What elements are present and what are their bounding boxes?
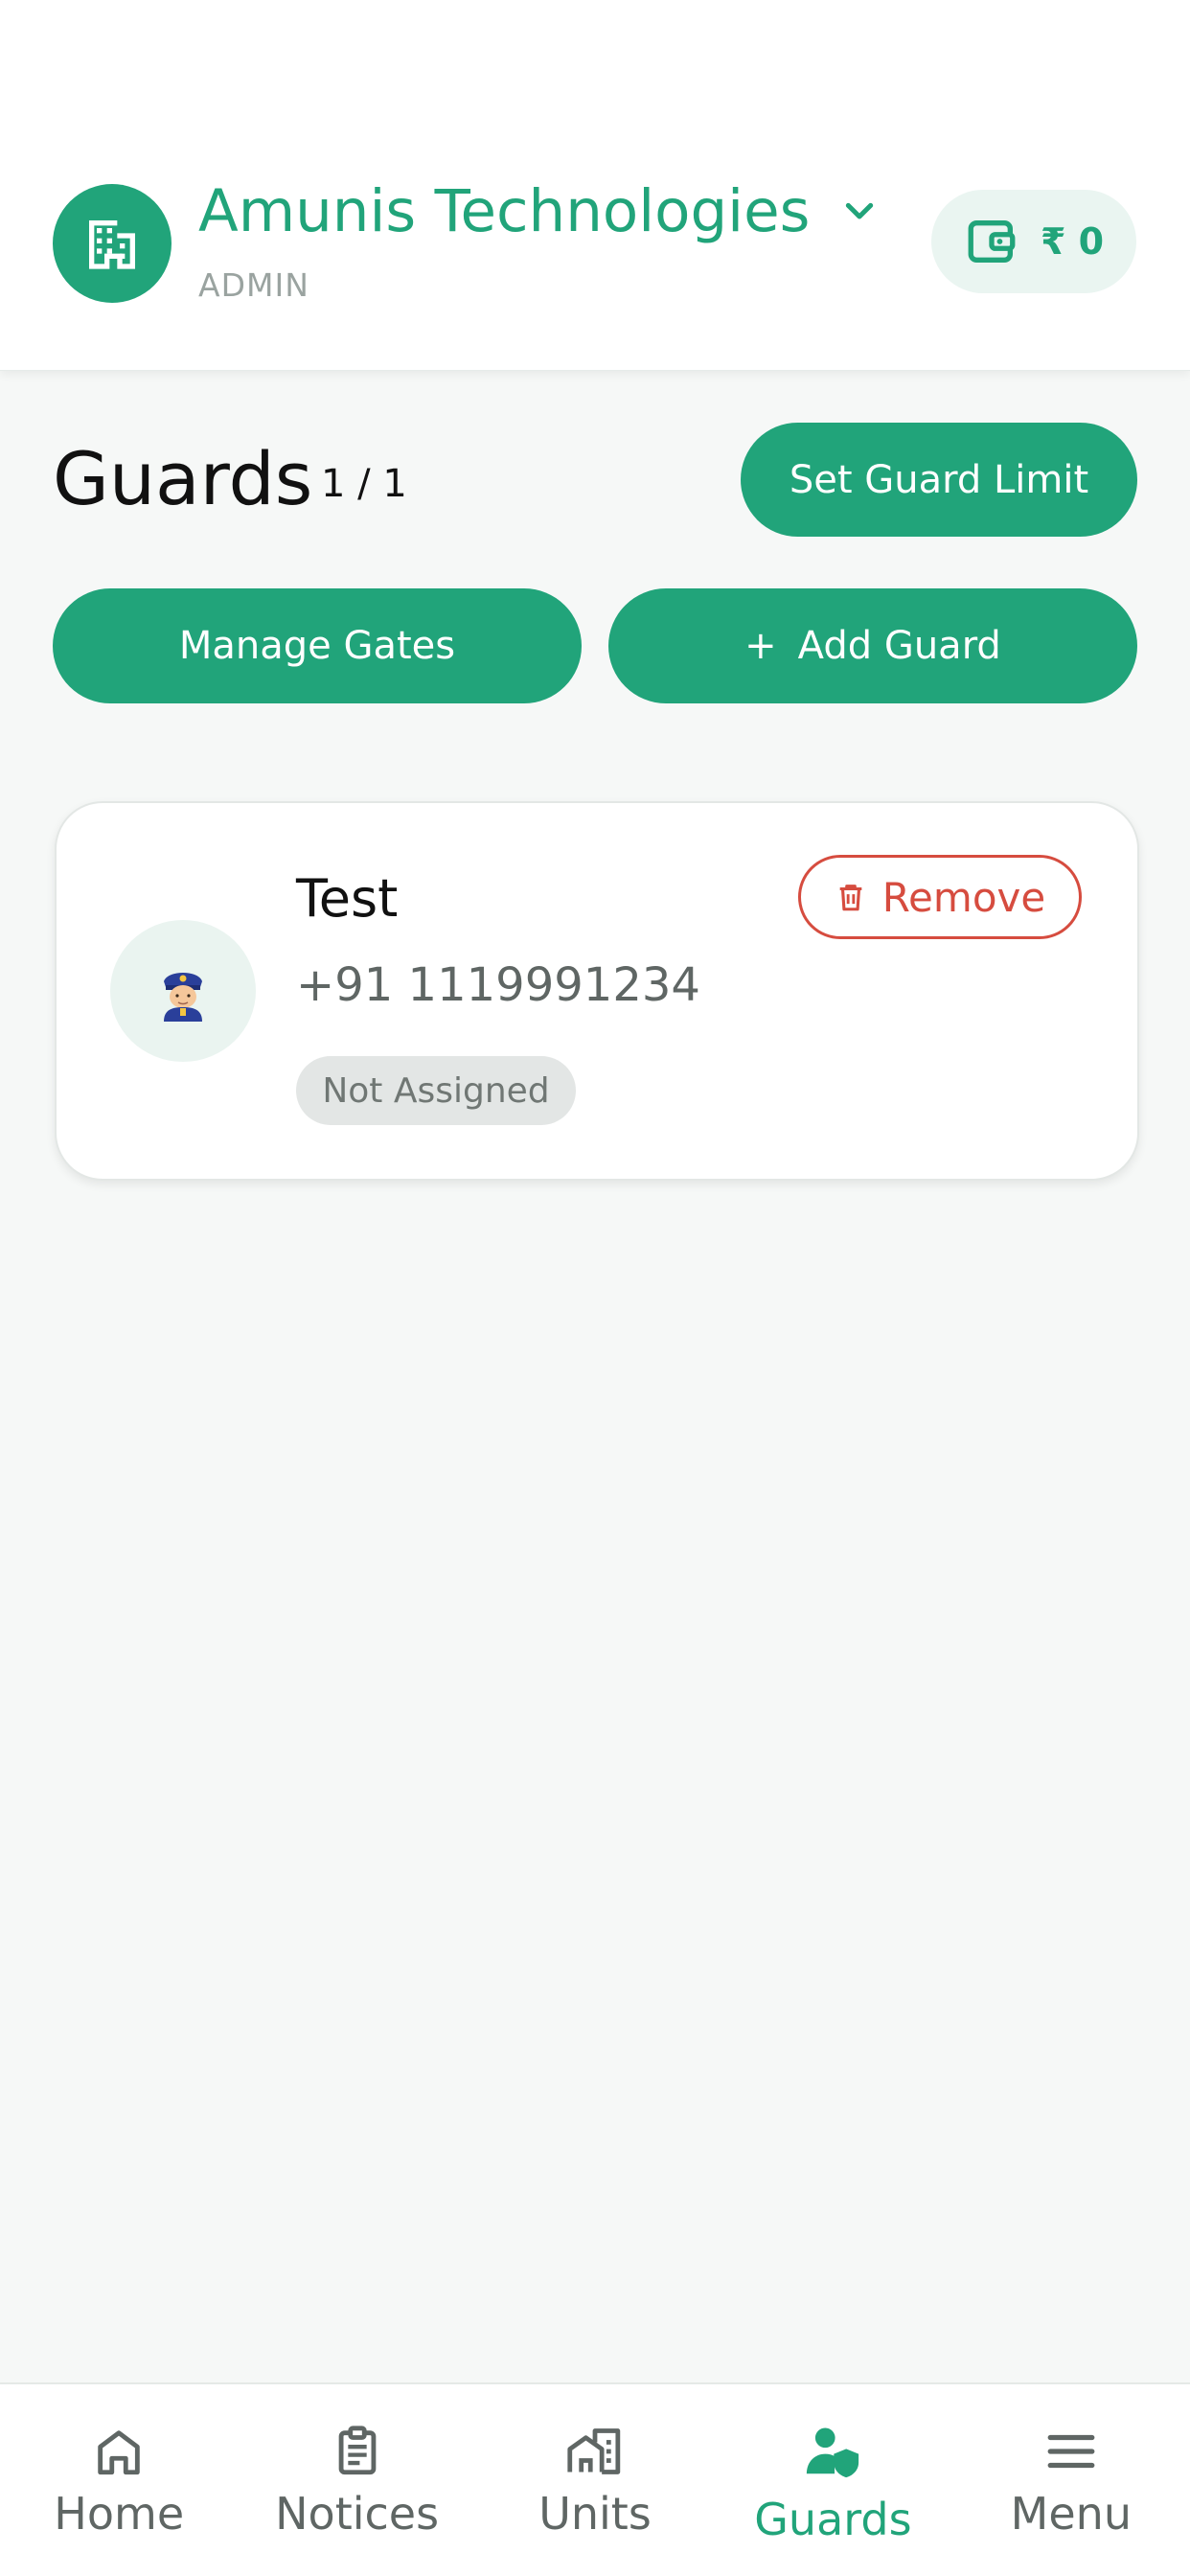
remove-label: Remove: [881, 873, 1046, 921]
page-title: Guards: [53, 436, 313, 521]
building-icon: [89, 220, 135, 269]
add-guard-button[interactable]: + Add Guard: [608, 588, 1137, 703]
clipboard-icon: [327, 2421, 388, 2482]
remove-guard-button[interactable]: Remove: [798, 855, 1082, 939]
nav-label-home: Home: [54, 2488, 185, 2540]
plus-icon: +: [744, 624, 777, 668]
home-icon: [88, 2421, 149, 2482]
hamburger-icon: [1041, 2421, 1102, 2482]
wallet-balance-button[interactable]: ₹ 0: [931, 190, 1136, 293]
wallet-amount: ₹ 0: [1040, 220, 1105, 263]
bottom-nav: Home Notices Units Guards Menu: [0, 2382, 1190, 2576]
wallet-icon: [968, 220, 1016, 263]
set-guard-limit-label: Set Guard Limit: [789, 457, 1089, 502]
set-guard-limit-button[interactable]: Set Guard Limit: [741, 423, 1137, 537]
status-badge: Not Assigned: [296, 1056, 576, 1125]
guard-shield-icon: [802, 2421, 863, 2482]
nav-item-notices[interactable]: Notices: [238, 2384, 475, 2576]
guard-avatar: [110, 920, 256, 1062]
guard-card[interactable]: Test +91 1119991234 Not Assigned Remove: [55, 801, 1139, 1181]
nav-item-home[interactable]: Home: [0, 2384, 238, 2576]
manage-gates-label: Manage Gates: [178, 624, 456, 668]
org-name: Amunis Technologies: [198, 177, 811, 245]
nav-item-menu[interactable]: Menu: [952, 2384, 1190, 2576]
building-units-icon: [564, 2421, 626, 2482]
nav-label-notices: Notices: [275, 2488, 440, 2540]
nav-item-guards[interactable]: Guards: [714, 2384, 951, 2576]
org-avatar[interactable]: [53, 184, 172, 303]
org-switcher[interactable]: Amunis Technologies: [198, 182, 881, 241]
nav-label-guards: Guards: [754, 2494, 912, 2545]
guards-screen: Amunis Technologies ADMIN ₹ 0 Guards 1 /…: [0, 0, 1190, 2576]
manage-gates-button[interactable]: Manage Gates: [53, 588, 582, 703]
nav-item-units[interactable]: Units: [476, 2384, 714, 2576]
nav-label-units: Units: [538, 2488, 652, 2540]
guard-phone: +91 1119991234: [296, 958, 700, 1012]
chevron-down-icon[interactable]: [838, 191, 881, 233]
police-officer-icon: [164, 973, 202, 1022]
org-role: ADMIN: [198, 266, 309, 304]
add-guard-label: Add Guard: [797, 624, 1001, 668]
guard-name: Test: [296, 868, 399, 929]
guard-count: 1 / 1: [321, 462, 407, 506]
trash-icon: [839, 885, 862, 911]
nav-label-menu: Menu: [1010, 2488, 1132, 2540]
app-header: Amunis Technologies ADMIN ₹ 0: [0, 0, 1190, 371]
